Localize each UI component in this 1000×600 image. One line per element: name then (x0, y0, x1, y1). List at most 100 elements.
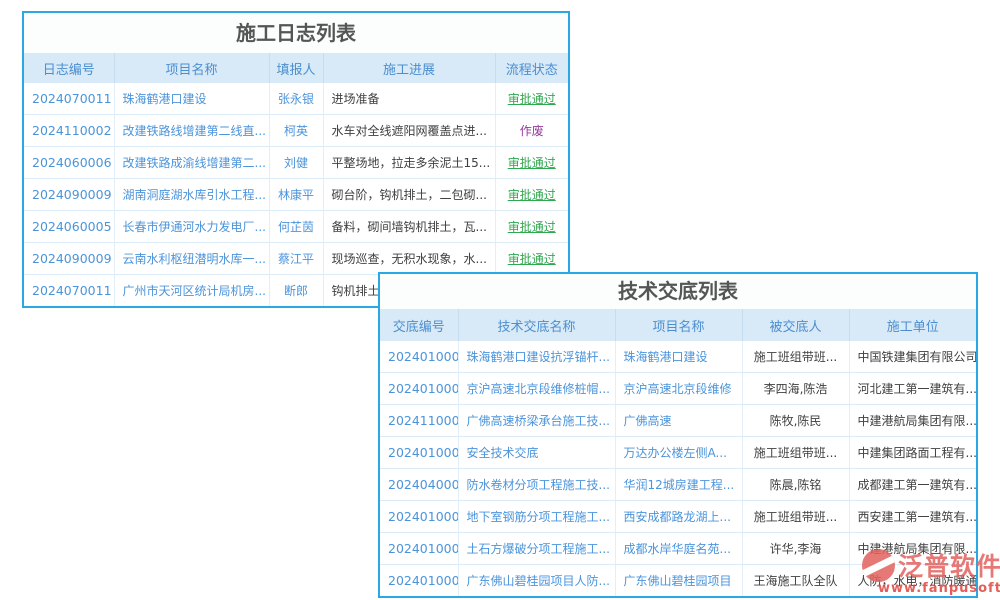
table-row[interactable]: 2024110002改建铁路线增建第二线直...柯英水车对全线遮阳网覆盖点进..… (24, 115, 568, 147)
table-row[interactable]: 2024040001防水卷材分项工程施工技...华润12城房建工程...陈晨,陈… (380, 469, 976, 501)
table-row[interactable]: 2024110001广佛高速桥梁承台施工技...广佛高速陈牧,陈民中建港航局集团… (380, 405, 976, 437)
tech-disclosure-panel: 技术交底列表 交底编号技术交底名称项目名称被交底人施工单位 2024010003… (378, 272, 978, 598)
table-row[interactable]: 2024070011珠海鹤港口建设张永银进场准备审批通过 (24, 83, 568, 115)
project-name-link[interactable]: 长春市伊通河水力发电厂... (114, 211, 269, 243)
disclosure-table-body: 2024010003珠海鹤港口建设抗浮锚杆...珠海鹤港口建设施工班组带班...… (380, 341, 976, 596)
disclosed-person-text: 陈牧,陈民 (742, 405, 849, 437)
disclosure-name-link[interactable]: 京沪高速北京段维修桩帽... (458, 373, 615, 405)
column-header: 交底编号 (380, 309, 458, 341)
log-id-link[interactable]: 2024070011 (24, 83, 114, 115)
table-row[interactable]: 2024010004京沪高速北京段维修桩帽...京沪高速北京段维修李四海,陈浩河… (380, 373, 976, 405)
disclosure-name-link[interactable]: 广佛高速桥梁承台施工技... (458, 405, 615, 437)
table-row[interactable]: 2024010001广东佛山碧桂园项目人防...广东佛山碧桂园项目王海施工队全队… (380, 565, 976, 597)
column-header: 项目名称 (114, 53, 269, 83)
progress-text: 平整场地，拉走多余泥土15... (323, 147, 495, 179)
disclosed-person-text: 陈晨,陈铭 (742, 469, 849, 501)
log-id-link[interactable]: 2024110002 (24, 115, 114, 147)
column-header: 日志编号 (24, 53, 114, 83)
progress-text: 水车对全线遮阳网覆盖点进... (323, 115, 495, 147)
status-badge: 审批通过 (495, 83, 568, 115)
disclosure-id-link[interactable]: 2024010002 (380, 501, 458, 533)
log-id-link[interactable]: 2024060006 (24, 147, 114, 179)
table-row[interactable]: 2024010003安全技术交底万达办公楼左侧A...施工班组带班...中建集团… (380, 437, 976, 469)
project-name-link[interactable]: 华润12城房建工程... (615, 469, 742, 501)
project-name-link[interactable]: 改建铁路线增建第二线直... (114, 115, 269, 147)
disclosure-id-link[interactable]: 2024010001 (380, 565, 458, 597)
table-row[interactable]: 2024060006改建铁路成渝线增建第二...刘健平整场地，拉走多余泥土15.… (24, 147, 568, 179)
disclosed-person-text: 施工班组带班... (742, 501, 849, 533)
log-table-header-row: 日志编号项目名称填报人施工进展流程状态 (24, 53, 568, 83)
column-header: 施工进展 (323, 53, 495, 83)
progress-text: 进场准备 (323, 83, 495, 115)
construction-unit-text: 河北建工第一建筑有... (849, 373, 976, 405)
column-header: 施工单位 (849, 309, 976, 341)
reporter-link[interactable]: 何芷茵 (269, 211, 323, 243)
project-name-link[interactable]: 湖南洞庭湖水库引水工程... (114, 179, 269, 211)
progress-text: 砌台阶，钩机排土，二包砌... (323, 179, 495, 211)
project-name-link[interactable]: 改建铁路成渝线增建第二... (114, 147, 269, 179)
project-name-link[interactable]: 广佛高速 (615, 405, 742, 437)
disclosure-name-link[interactable]: 安全技术交底 (458, 437, 615, 469)
table-row[interactable]: 2024010002土石方爆破分项工程施工...成都水岸华庭名苑...许华,李海… (380, 533, 976, 565)
reporter-link[interactable]: 林康平 (269, 179, 323, 211)
progress-text: 现场巡查，无积水现象，水... (323, 243, 495, 275)
reporter-link[interactable]: 刘健 (269, 147, 323, 179)
status-badge: 审批通过 (495, 147, 568, 179)
status-badge: 审批通过 (495, 179, 568, 211)
log-id-link[interactable]: 2024090009 (24, 243, 114, 275)
disclosed-person-text: 许华,李海 (742, 533, 849, 565)
status-badge: 作废 (495, 115, 568, 147)
table-row[interactable]: 2024090009湖南洞庭湖水库引水工程...林康平砌台阶，钩机排土，二包砌.… (24, 179, 568, 211)
reporter-link[interactable]: 柯英 (269, 115, 323, 147)
project-name-link[interactable]: 广州市天河区统计局机房... (114, 275, 269, 307)
disclosed-person-text: 施工班组带班... (742, 437, 849, 469)
construction-log-panel: 施工日志列表 日志编号项目名称填报人施工进展流程状态 2024070011珠海鹤… (22, 11, 570, 308)
reporter-link[interactable]: 断郎 (269, 275, 323, 307)
project-name-link[interactable]: 西安成都路龙湖上... (615, 501, 742, 533)
table-row[interactable]: 2024090009云南水利枢纽潜明水库一...蔡江平现场巡查，无积水现象，水.… (24, 243, 568, 275)
project-name-link[interactable]: 云南水利枢纽潜明水库一... (114, 243, 269, 275)
construction-log-table: 日志编号项目名称填报人施工进展流程状态 2024070011珠海鹤港口建设张永银… (24, 53, 568, 306)
column-header: 流程状态 (495, 53, 568, 83)
table-row[interactable]: 2024060005长春市伊通河水力发电厂...何芷茵备料，砌间墙钩机排土，瓦.… (24, 211, 568, 243)
table-row[interactable]: 2024010002地下室钢筋分项工程施工...西安成都路龙湖上...施工班组带… (380, 501, 976, 533)
column-header: 填报人 (269, 53, 323, 83)
construction-unit-text: 中建港航局集团有限... (849, 405, 976, 437)
construction-unit-text: 成都建工第一建筑有... (849, 469, 976, 501)
log-id-link[interactable]: 2024060005 (24, 211, 114, 243)
log-id-link[interactable]: 2024070011 (24, 275, 114, 307)
column-header: 技术交底名称 (458, 309, 615, 341)
construction-log-title: 施工日志列表 (24, 13, 568, 53)
disclosure-id-link[interactable]: 2024010002 (380, 533, 458, 565)
status-badge: 审批通过 (495, 243, 568, 275)
project-name-link[interactable]: 京沪高速北京段维修 (615, 373, 742, 405)
reporter-link[interactable]: 蔡江平 (269, 243, 323, 275)
construction-unit-text: 中建集团路面工程有... (849, 437, 976, 469)
disclosed-person-text: 王海施工队全队 (742, 565, 849, 597)
project-name-link[interactable]: 珠海鹤港口建设 (114, 83, 269, 115)
construction-unit-text: 中国铁建集团有限公司 (849, 341, 976, 373)
table-row[interactable]: 2024010003珠海鹤港口建设抗浮锚杆...珠海鹤港口建设施工班组带班...… (380, 341, 976, 373)
disclosure-name-link[interactable]: 防水卷材分项工程施工技... (458, 469, 615, 501)
disclosure-id-link[interactable]: 2024010004 (380, 373, 458, 405)
disclosure-id-link[interactable]: 2024040001 (380, 469, 458, 501)
disclosure-id-link[interactable]: 2024010003 (380, 437, 458, 469)
project-name-link[interactable]: 广东佛山碧桂园项目 (615, 565, 742, 597)
disclosure-name-link[interactable]: 广东佛山碧桂园项目人防... (458, 565, 615, 597)
disclosure-name-link[interactable]: 地下室钢筋分项工程施工... (458, 501, 615, 533)
disclosure-id-link[interactable]: 2024010003 (380, 341, 458, 373)
reporter-link[interactable]: 张永银 (269, 83, 323, 115)
project-name-link[interactable]: 万达办公楼左侧A... (615, 437, 742, 469)
disclosure-table-header-row: 交底编号技术交底名称项目名称被交底人施工单位 (380, 309, 976, 341)
disclosed-person-text: 李四海,陈浩 (742, 373, 849, 405)
project-name-link[interactable]: 珠海鹤港口建设 (615, 341, 742, 373)
disclosure-name-link[interactable]: 珠海鹤港口建设抗浮锚杆... (458, 341, 615, 373)
column-header: 被交底人 (742, 309, 849, 341)
tech-disclosure-table: 交底编号技术交底名称项目名称被交底人施工单位 2024010003珠海鹤港口建设… (380, 309, 976, 596)
disclosure-id-link[interactable]: 2024110001 (380, 405, 458, 437)
progress-text: 备料，砌间墙钩机排土，瓦... (323, 211, 495, 243)
disclosure-name-link[interactable]: 土石方爆破分项工程施工... (458, 533, 615, 565)
construction-unit-text: 人防，水电，消防暖通 (849, 565, 976, 597)
project-name-link[interactable]: 成都水岸华庭名苑... (615, 533, 742, 565)
log-id-link[interactable]: 2024090009 (24, 179, 114, 211)
